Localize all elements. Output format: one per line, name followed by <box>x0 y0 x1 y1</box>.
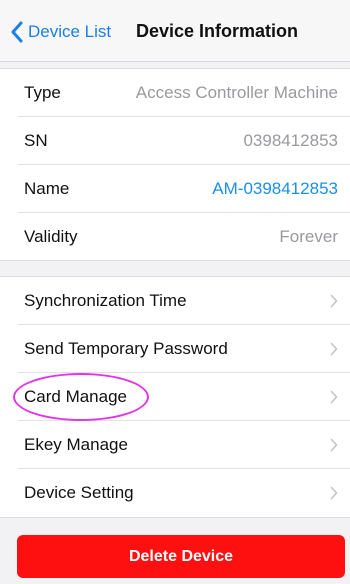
chevron-right-icon <box>330 294 338 308</box>
sn-label: SN <box>24 131 48 150</box>
chevron-right-icon <box>330 438 338 452</box>
synchronization-time-row[interactable]: Synchronization Time <box>0 277 350 325</box>
card-manage-row[interactable]: Card Manage <box>0 373 350 421</box>
info-row-type: Type Access Controller Machine <box>0 69 350 117</box>
type-value: Access Controller Machine <box>135 83 338 102</box>
validity-label: Validity <box>24 227 78 246</box>
info-row-sn: SN 0398412853 <box>0 117 350 165</box>
ekey-manage-row[interactable]: Ekey Manage <box>0 421 350 469</box>
info-row-validity: Validity Forever <box>0 213 350 261</box>
chevron-left-icon <box>11 21 23 43</box>
chevron-right-icon <box>330 390 338 404</box>
send-temporary-password-row[interactable]: Send Temporary Password <box>0 325 350 373</box>
device-setting-row[interactable]: Device Setting <box>0 469 350 517</box>
navigation-bar: Device List Device Information <box>0 0 350 62</box>
chevron-right-icon <box>330 342 338 356</box>
synchronization-time-label: Synchronization Time <box>24 291 187 310</box>
name-label: Name <box>24 179 70 198</box>
validity-value: Forever <box>279 227 338 246</box>
page-title: Device Information <box>136 21 299 41</box>
device-setting-label: Device Setting <box>24 483 134 502</box>
device-info-group: Type Access Controller Machine SN 039841… <box>0 68 350 261</box>
chevron-right-icon <box>330 486 338 500</box>
sn-value: 0398412853 <box>243 131 338 150</box>
ekey-manage-label: Ekey Manage <box>24 435 128 454</box>
back-button-label[interactable]: Device List <box>28 22 111 42</box>
back-button[interactable]: Device List <box>10 19 111 45</box>
type-label: Type <box>24 83 61 102</box>
send-temporary-password-label: Send Temporary Password <box>24 339 228 358</box>
card-manage-label: Card Manage <box>24 387 128 406</box>
name-value[interactable]: AM-0398412853 <box>212 179 338 199</box>
device-actions-group: Synchronization Time Send Temporary Pass… <box>0 276 350 518</box>
delete-device-button[interactable]: Delete Device <box>17 535 345 578</box>
info-row-name[interactable]: Name AM-0398412853 <box>0 165 350 213</box>
